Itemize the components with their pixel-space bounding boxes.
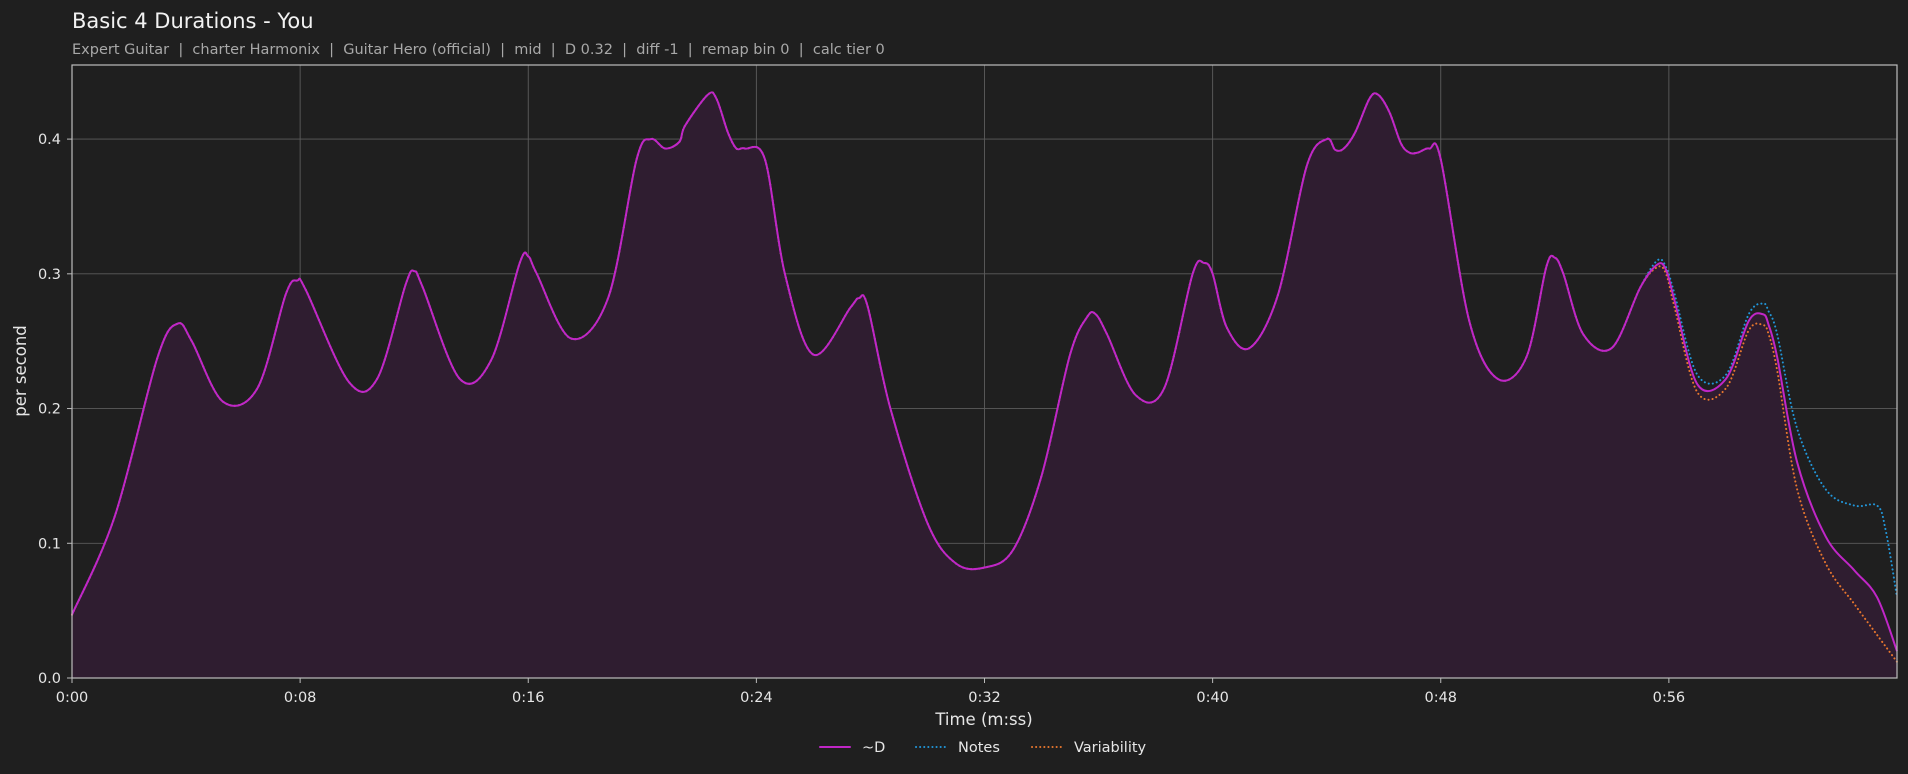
x-tick-label: 0:56 — [1653, 690, 1686, 706]
x-tick-label: 0:00 — [56, 690, 89, 706]
x-tick-label: 0:08 — [284, 690, 317, 706]
y-tick-label: 0.2 — [38, 402, 61, 418]
x-tick-label: 0:16 — [512, 690, 545, 706]
x-tick-label: 0:24 — [740, 690, 773, 706]
chart-title: Basic 4 Durations - You — [72, 9, 314, 33]
legend-item-notes: Notes — [915, 740, 1000, 756]
chart-subtitle: Expert Guitar | charter Harmonix | Guita… — [72, 42, 885, 58]
y-tick-label: 0.4 — [38, 132, 61, 148]
legend-item-d: ~D — [819, 740, 885, 756]
y-axis: 0.0 0.1 0.2 0.3 0.4 — [38, 132, 72, 687]
y-axis-label: per second — [11, 325, 30, 417]
legend: ~D Notes Variability — [819, 740, 1147, 756]
x-axis: 0:00 0:08 0:16 0:24 0:32 0:40 0:48 0:56 — [56, 678, 1685, 706]
x-tick-label: 0:48 — [1424, 690, 1457, 706]
y-tick-label: 0.1 — [38, 536, 61, 552]
x-tick-label: 0:40 — [1196, 690, 1229, 706]
y-tick-label: 0.3 — [38, 267, 61, 283]
x-axis-label: Time (m:ss) — [934, 710, 1032, 729]
legend-label: ~D — [862, 740, 885, 756]
legend-item-variability: Variability — [1031, 740, 1147, 756]
chart: Basic 4 Durations - You Expert Guitar | … — [11, 9, 1898, 756]
plot-area — [71, 64, 1898, 679]
legend-label: Variability — [1074, 740, 1147, 756]
y-tick-label: 0.0 — [38, 671, 61, 687]
x-tick-label: 0:32 — [968, 690, 1001, 706]
legend-label: Notes — [958, 740, 1000, 756]
